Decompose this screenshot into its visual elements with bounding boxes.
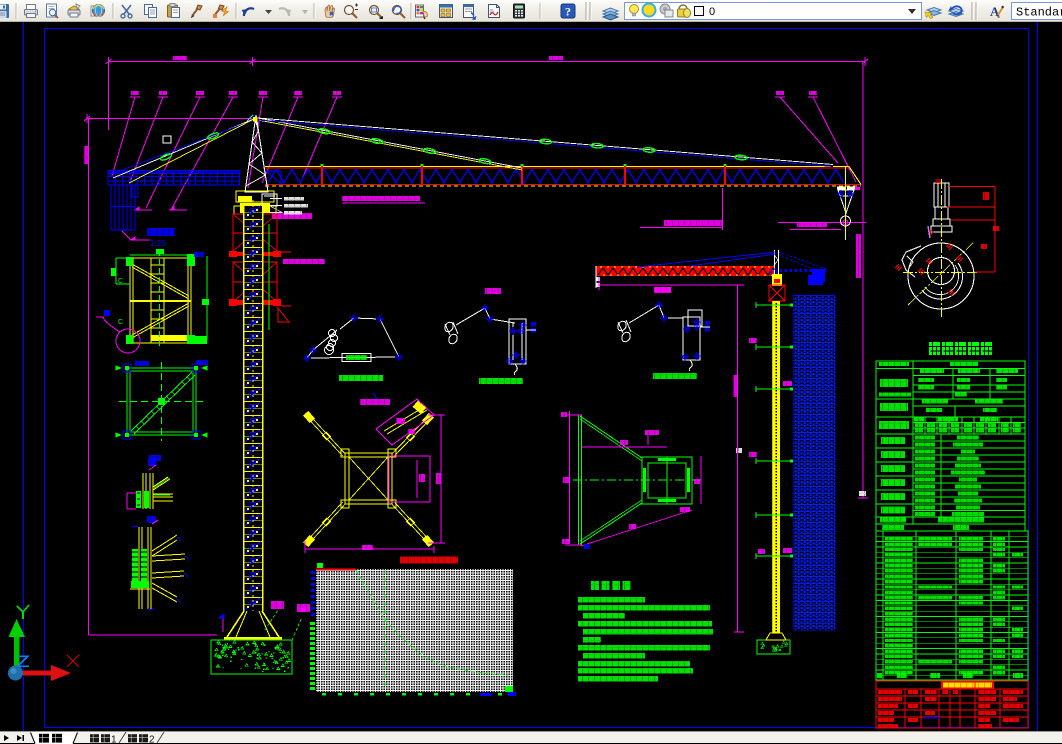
svg-text:C: C bbox=[118, 319, 123, 326]
svg-text:?: ? bbox=[565, 5, 571, 19]
svg-text:C: C bbox=[118, 278, 123, 285]
svg-text:Standard: Standard bbox=[1016, 6, 1062, 20]
svg-text:1:25: 1:25 bbox=[150, 239, 166, 248]
svg-text:0: 0 bbox=[709, 6, 715, 18]
